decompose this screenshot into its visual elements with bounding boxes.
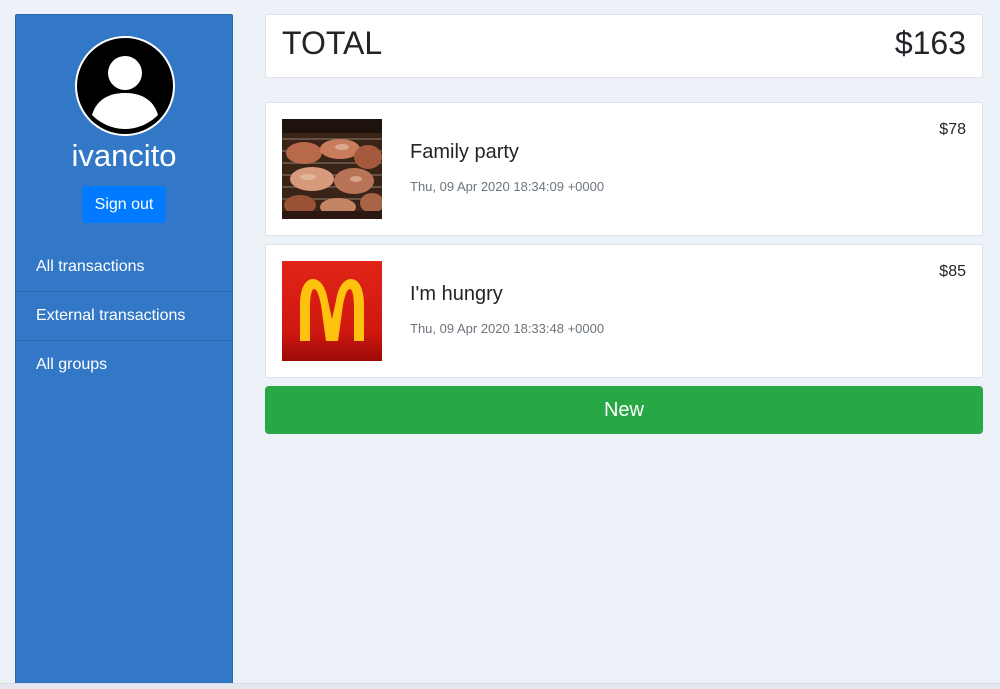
- transaction-amount: $85: [939, 263, 966, 280]
- transaction-card[interactable]: Family party Thu, 09 Apr 2020 18:34:09 +…: [265, 102, 983, 236]
- avatar-icon: [75, 36, 175, 136]
- sidebar-item-external-transactions[interactable]: External transactions: [16, 292, 232, 341]
- sidebar: ivancito Sign out All transactions Exter…: [15, 14, 233, 689]
- new-transaction-button[interactable]: New: [265, 386, 983, 434]
- transaction-amount: $78: [939, 121, 966, 138]
- transaction-date: Thu, 09 Apr 2020 18:33:48 +0000: [410, 321, 605, 336]
- sidebar-item-all-transactions[interactable]: All transactions: [16, 243, 232, 292]
- transaction-card[interactable]: I'm hungry Thu, 09 Apr 2020 18:33:48 +00…: [265, 244, 983, 378]
- total-amount: $163: [894, 25, 966, 61]
- transaction-title: Family party: [410, 141, 519, 163]
- total-label: TOTAL: [282, 25, 383, 61]
- username: ivancito: [71, 138, 177, 173]
- mcdonalds-logo: [282, 261, 382, 361]
- horizontal-scrollbar: [0, 683, 1000, 689]
- transaction-date: Thu, 09 Apr 2020 18:34:09 +0000: [410, 179, 605, 194]
- transaction-title: I'm hungry: [410, 283, 503, 305]
- total-card: TOTAL $163: [265, 14, 983, 78]
- sidebar-item-all-groups[interactable]: All groups: [16, 341, 232, 390]
- sign-out-button[interactable]: Sign out: [82, 186, 166, 223]
- sidebar-nav: All transactions External transactions A…: [16, 243, 232, 390]
- grilled-meat-photo: [282, 119, 382, 219]
